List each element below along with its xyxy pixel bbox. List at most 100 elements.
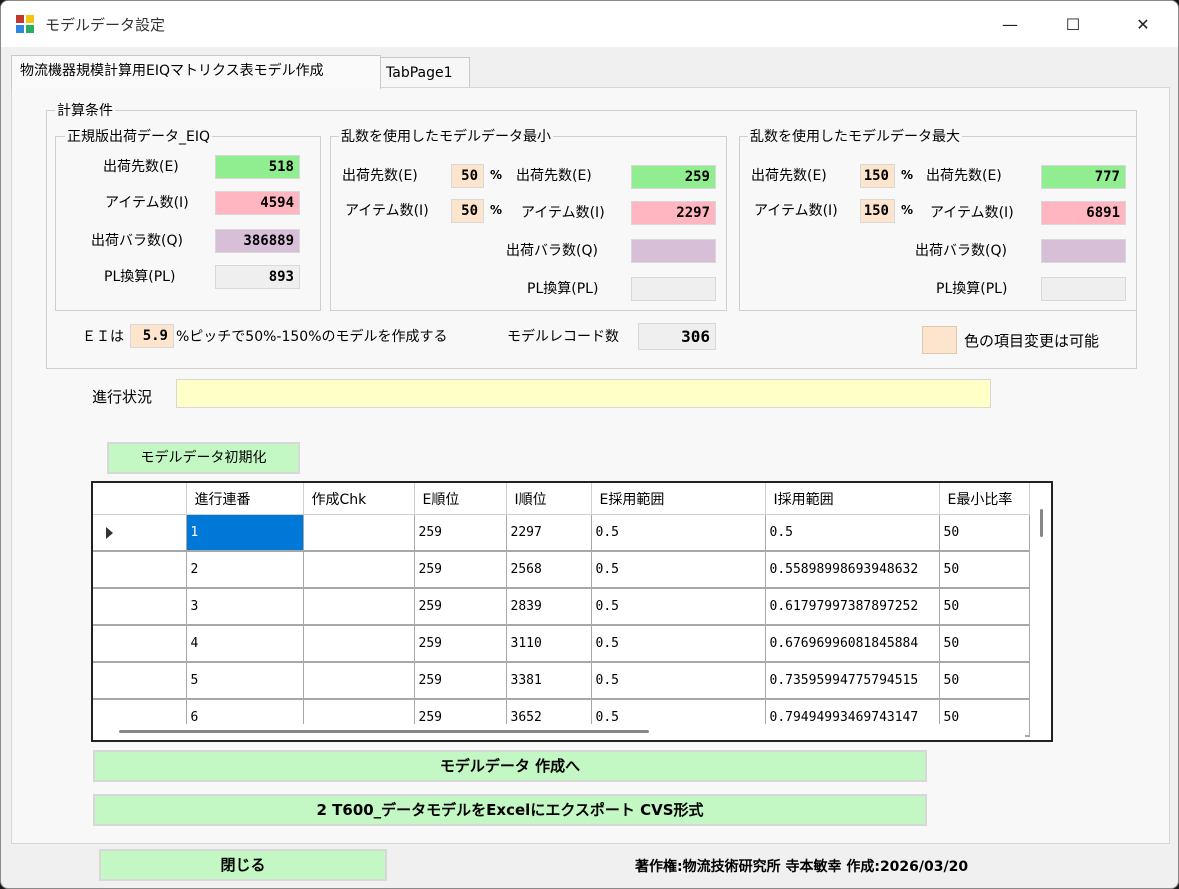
row-header[interactable] (93, 514, 187, 552)
grid-cell[interactable]: 0.5 (591, 662, 766, 700)
close-button[interactable]: 閉じる (99, 849, 387, 881)
horizontal-scrollbar[interactable] (93, 724, 1025, 740)
grid-cell[interactable]: 0.5 (591, 588, 766, 626)
regular-pl-field[interactable]: 893 (215, 265, 300, 289)
grid-cell[interactable]: 0.67696996081845884 (765, 625, 940, 663)
grid-cell[interactable]: 3381 (506, 662, 592, 700)
grid-cell[interactable]: 2839 (506, 588, 592, 626)
grid-cell[interactable]: 259 (414, 514, 507, 552)
grid-cell[interactable]: 50 (939, 625, 1030, 663)
app-icon (16, 15, 34, 33)
current-row-arrow-icon (106, 526, 113, 539)
min-i-label: アイテム数(I) (521, 205, 605, 221)
row-header[interactable] (93, 662, 187, 700)
grid-cell[interactable]: 2297 (506, 514, 592, 552)
horizontal-scroll-thumb[interactable] (119, 730, 649, 733)
max-pl-field[interactable] (1041, 277, 1126, 301)
grid-cell[interactable]: 5 (186, 662, 304, 700)
min-pl-field[interactable] (631, 277, 716, 301)
table-row[interactable]: 4 259 3110 0.5 0.67696996081845884 50 (93, 625, 1030, 663)
grid-cell[interactable] (303, 662, 415, 700)
grid-cell[interactable]: 3 (186, 588, 304, 626)
max-e-pct-field[interactable]: 150 (860, 164, 895, 188)
record-count-field[interactable]: 306 (638, 323, 716, 350)
grid-cell[interactable]: 4 (186, 625, 304, 663)
grid-cell[interactable]: 50 (939, 662, 1030, 700)
ei-prefix-label: ＥＩは (82, 329, 124, 345)
regular-i-field[interactable]: 4594 (215, 191, 300, 215)
max-model-title: 乱数を使用したモデルデータ最大 (748, 126, 962, 146)
grid-cell[interactable]: 0.73595994775794515 (765, 662, 940, 700)
grid-cell[interactable]: 259 (414, 662, 507, 700)
min-q-field[interactable] (631, 239, 716, 263)
regular-q-field[interactable]: 386889 (215, 229, 300, 253)
min-model-title: 乱数を使用したモデルデータ最小 (339, 126, 553, 146)
grid-cell[interactable]: 3110 (506, 625, 592, 663)
min-i-field[interactable]: 2297 (631, 201, 716, 225)
grid-cell[interactable]: 0.5 (591, 551, 766, 589)
grid-cell[interactable]: 50 (939, 551, 1030, 589)
column-header[interactable]: E順位 (414, 483, 507, 515)
max-i-pct-field[interactable]: 150 (860, 199, 895, 223)
table-row[interactable]: 1 259 2297 0.5 0.5 50 (93, 514, 1030, 552)
min-i-pct-sign: % (490, 203, 503, 217)
min-q-label: 出荷バラ数(Q) (506, 243, 598, 259)
table-row[interactable]: 3 259 2839 0.5 0.61797997387897252 50 (93, 588, 1030, 626)
min-e-pct-field[interactable]: 50 (451, 164, 484, 188)
min-i-pct-field[interactable]: 50 (451, 199, 484, 223)
regular-pl-label: PL換算(PL) (104, 269, 176, 285)
progress-field[interactable] (176, 379, 991, 408)
row-header[interactable] (93, 551, 187, 589)
column-header[interactable]: 進行連番 (186, 483, 304, 515)
table-row[interactable]: 2 259 2568 0.5 0.55898998693948632 50 (93, 551, 1030, 589)
grid-cell[interactable]: 1 (186, 514, 304, 552)
grid-cell[interactable]: 50 (939, 588, 1030, 626)
grid-cell[interactable] (303, 551, 415, 589)
ei-pitch-field[interactable]: 5.9 (130, 324, 174, 348)
max-i-field[interactable]: 6891 (1041, 201, 1126, 225)
model-init-button[interactable]: モデルデータ初期化 (107, 442, 300, 474)
grid-cell[interactable]: 0.5 (765, 514, 940, 552)
vertical-scrollbar[interactable] (1040, 509, 1043, 537)
model-data-grid[interactable]: 進行連番 作成Chk E順位 I順位 E採用範囲 I採用範囲 E最小比率 1 2… (91, 481, 1053, 742)
grid-cell[interactable] (303, 514, 415, 552)
max-i-label: アイテム数(I) (930, 205, 1014, 221)
row-header-corner (93, 483, 187, 515)
max-e-field[interactable]: 777 (1041, 165, 1126, 189)
export-excel-button[interactable]: 2 T600_データモデルをExcelにエクスポート CVS形式 (93, 794, 927, 826)
grid-cell[interactable]: 0.5 (591, 514, 766, 552)
create-model-button[interactable]: モデルデータ 作成へ (93, 750, 927, 782)
grid-cell[interactable]: 259 (414, 551, 507, 589)
regular-data-title: 正規版出荷データ_EIQ (65, 126, 212, 146)
grid-cell[interactable]: 2568 (506, 551, 592, 589)
grid-cell[interactable]: 0.55898998693948632 (765, 551, 940, 589)
tab-eiq-model[interactable]: 物流機器規模計算用EIQマトリクス表モデル作成 (11, 55, 381, 89)
row-header[interactable] (93, 625, 187, 663)
grid-cell[interactable]: 2 (186, 551, 304, 589)
minimize-button[interactable]: — (987, 1, 1033, 47)
column-header[interactable]: 作成Chk (303, 483, 415, 515)
grid-cell[interactable] (303, 588, 415, 626)
grid-cell[interactable]: 0.5 (591, 625, 766, 663)
max-q-field[interactable] (1041, 239, 1126, 263)
grid-cell[interactable]: 50 (939, 514, 1030, 552)
column-header[interactable]: I採用範囲 (765, 483, 940, 515)
column-header[interactable]: E採用範囲 (591, 483, 766, 515)
column-header[interactable]: I順位 (506, 483, 592, 515)
grid-cell[interactable] (303, 625, 415, 663)
grid-cell[interactable]: 259 (414, 625, 507, 663)
title-bar: モデルデータ設定 — ☐ ✕ (1, 1, 1178, 47)
close-window-button[interactable]: ✕ (1120, 1, 1166, 47)
maximize-button[interactable]: ☐ (1050, 1, 1096, 47)
regular-i-label: アイテム数(I) (105, 195, 189, 211)
row-header[interactable] (93, 588, 187, 626)
grid-cell[interactable]: 0.61797997387897252 (765, 588, 940, 626)
grid-header-row: 進行連番 作成Chk E順位 I順位 E採用範囲 I採用範囲 E最小比率 (93, 483, 1030, 515)
column-header[interactable]: E最小比率 (939, 483, 1030, 515)
table-row[interactable]: 5 259 3381 0.5 0.73595994775794515 50 (93, 662, 1030, 700)
tab-page1[interactable]: TabPage1 (377, 57, 470, 88)
grid-cell[interactable]: 259 (414, 588, 507, 626)
min-e-field[interactable]: 259 (631, 165, 716, 189)
regular-e-field[interactable]: 518 (215, 155, 300, 179)
min-i-pct-label: アイテム数(I) (345, 203, 429, 219)
